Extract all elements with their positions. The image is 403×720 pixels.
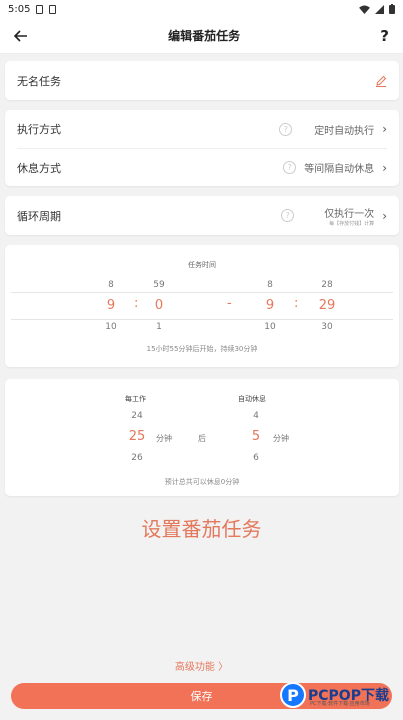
end-minute-picker[interactable]: 28 29 30 xyxy=(317,274,337,338)
rest-minutes-picker[interactable]: 4 5 6 xyxy=(249,405,263,469)
work-label: 每工作 xyxy=(125,395,146,403)
picker-prev: 4 xyxy=(253,411,259,421)
picker-prev: 28 xyxy=(321,280,333,290)
chevron-right-icon: › xyxy=(382,160,387,175)
picker-next: 10 xyxy=(105,322,117,332)
watermark-logo: P PCPOP下载 PC下载·软件下载·应用市场 xyxy=(280,682,389,708)
task-time-card: 任务时间 8 9 10 : 59 0 1 - 8 9 10 : 28 29 30… xyxy=(5,245,399,367)
rest-label: 自动休息 xyxy=(238,395,266,403)
picker-prev: 24 xyxy=(131,411,143,421)
exec-mode-label: 执行方式 xyxy=(17,123,61,136)
watermark-subtext: PC下载·软件下载·应用市场 xyxy=(310,701,370,707)
picker-next: 1 xyxy=(156,322,162,332)
rest-mode-value: 等间隔自动休息 xyxy=(304,164,375,175)
cycle-label: 循环周期 xyxy=(17,209,61,223)
task-time-title: 任务时间 xyxy=(188,261,216,269)
cycle-card[interactable]: 循环周期 ? 仅执行一次 每【存放付钱】计算 › xyxy=(5,196,399,235)
picker-next: 30 xyxy=(321,322,333,332)
exec-mode-row[interactable]: 执行方式 ? 定时自动执行 › xyxy=(5,110,399,148)
picker-prev: 8 xyxy=(108,280,114,290)
battery-icon xyxy=(389,4,395,14)
work-unit: 分钟 xyxy=(156,434,172,443)
edit-pencil-icon[interactable] xyxy=(375,75,387,87)
signal-icon xyxy=(375,4,384,14)
headline-text: 设置番茄任务 xyxy=(141,517,262,541)
colon: : xyxy=(294,296,299,311)
time-range-dash: - xyxy=(227,296,232,311)
after-label: 后 xyxy=(198,434,206,443)
start-minute-picker[interactable]: 59 0 1 xyxy=(149,274,169,338)
work-rest-card: 每工作 自动休息 24 25 26 分钟 后 4 5 6 分钟 预计总共可以休息… xyxy=(5,379,399,496)
rest-mode-row[interactable]: 休息方式 ? 等间隔自动休息 › xyxy=(5,149,399,186)
back-arrow-icon[interactable] xyxy=(14,29,28,42)
work-rest-hint: 预计总共可以休息0分钟 xyxy=(164,478,240,486)
picker-prev: 8 xyxy=(267,280,273,290)
picker-selected: 5 xyxy=(251,429,261,444)
rest-mode-label: 休息方式 xyxy=(17,161,61,175)
rest-unit: 分钟 xyxy=(273,434,289,443)
task-name-card[interactable]: 无名任务 xyxy=(5,61,399,100)
picker-selected: 29 xyxy=(318,298,336,313)
notification-icon xyxy=(49,4,57,14)
end-hour-picker[interactable]: 8 9 10 xyxy=(263,274,277,338)
question-icon[interactable]: ? xyxy=(283,161,297,174)
task-name-field[interactable]: 无名任务 xyxy=(17,73,61,89)
status-bar: 5:05 xyxy=(0,0,403,18)
page-title: 编辑番茄任务 xyxy=(168,29,241,43)
picker-selected: 9 xyxy=(265,298,275,313)
picker-next: 10 xyxy=(264,322,276,332)
wifi-icon xyxy=(359,4,370,14)
chevron-right-icon: › xyxy=(382,122,387,136)
picker-next: 26 xyxy=(131,453,143,463)
logo-p-icon: P xyxy=(280,682,306,708)
chevron-right-icon: › xyxy=(382,208,387,223)
task-time-hint: 15小时55分钟后开始，持续30分钟 xyxy=(146,345,258,353)
work-minutes-picker[interactable]: 24 25 26 xyxy=(126,405,148,469)
cycle-sub: 每【存放付钱】计算 xyxy=(329,220,375,227)
picker-selected: 25 xyxy=(128,429,146,444)
question-icon[interactable]: ? xyxy=(279,122,293,136)
picker-next: 6 xyxy=(253,453,259,463)
question-icon[interactable]: ? xyxy=(281,209,295,222)
mode-settings-card: 执行方式 ? 定时自动执行 › 休息方式 ? 等间隔自动休息 › xyxy=(5,110,399,186)
status-time: 5:05 xyxy=(8,3,31,15)
exec-mode-value: 定时自动执行 xyxy=(314,125,375,137)
start-hour-picker[interactable]: 8 9 10 xyxy=(104,274,118,338)
picker-prev: 59 xyxy=(153,280,165,290)
sim-icon xyxy=(36,4,44,14)
colon: : xyxy=(134,296,139,311)
cycle-value: 仅执行一次 xyxy=(324,208,375,220)
picker-selected: 0 xyxy=(154,298,164,313)
help-button[interactable]: ? xyxy=(380,27,389,45)
app-bar: 编辑番茄任务 ? xyxy=(0,18,403,54)
advanced-features-link[interactable]: 高级功能 〉 xyxy=(0,658,403,673)
picker-selected: 9 xyxy=(106,298,116,313)
